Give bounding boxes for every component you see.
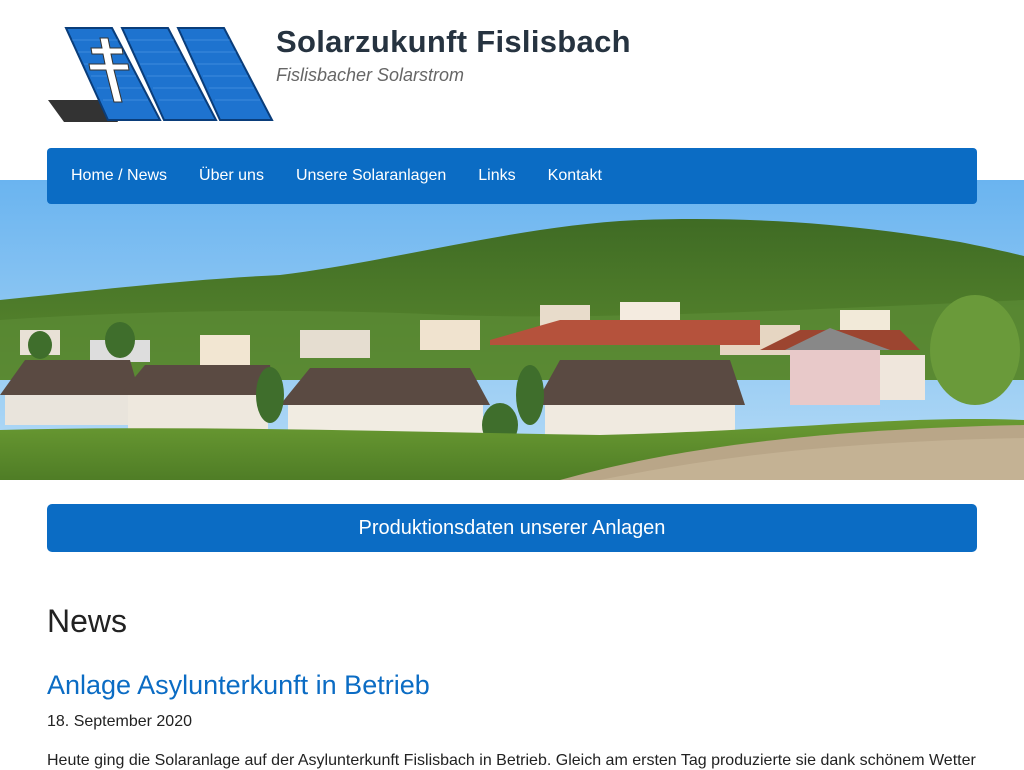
production-data-button[interactable]: Produktionsdaten unserer Anlagen — [47, 504, 977, 552]
main-navigation: Home / News Über uns Unsere Solaranlagen… — [47, 148, 977, 204]
site-tagline: Fislisbacher Solarstrom — [276, 65, 465, 85]
nav-item-kontakt[interactable]: Kontakt — [532, 148, 618, 204]
page-title: News — [47, 603, 128, 639]
solar-panel-logo-icon — [48, 27, 274, 122]
nav-item-links[interactable]: Links — [462, 148, 531, 204]
post-date: 18. September 2020 — [47, 713, 192, 730]
nav-item-home-news[interactable]: Home / News — [55, 148, 183, 204]
post-body: Heute ging die Solaranlage auf der Asylu… — [47, 752, 976, 769]
site-title[interactable]: Solarzukunft Fislisbach — [276, 24, 631, 60]
hero-panorama-image — [0, 180, 1024, 480]
nav-item-unsere-solaranlagen[interactable]: Unsere Solaranlagen — [280, 148, 462, 204]
nav-item-ueber-uns[interactable]: Über uns — [183, 148, 280, 204]
post-title-link[interactable]: Anlage Asylunterkunft in Betrieb — [47, 670, 430, 701]
site-logo[interactable] — [48, 24, 274, 124]
